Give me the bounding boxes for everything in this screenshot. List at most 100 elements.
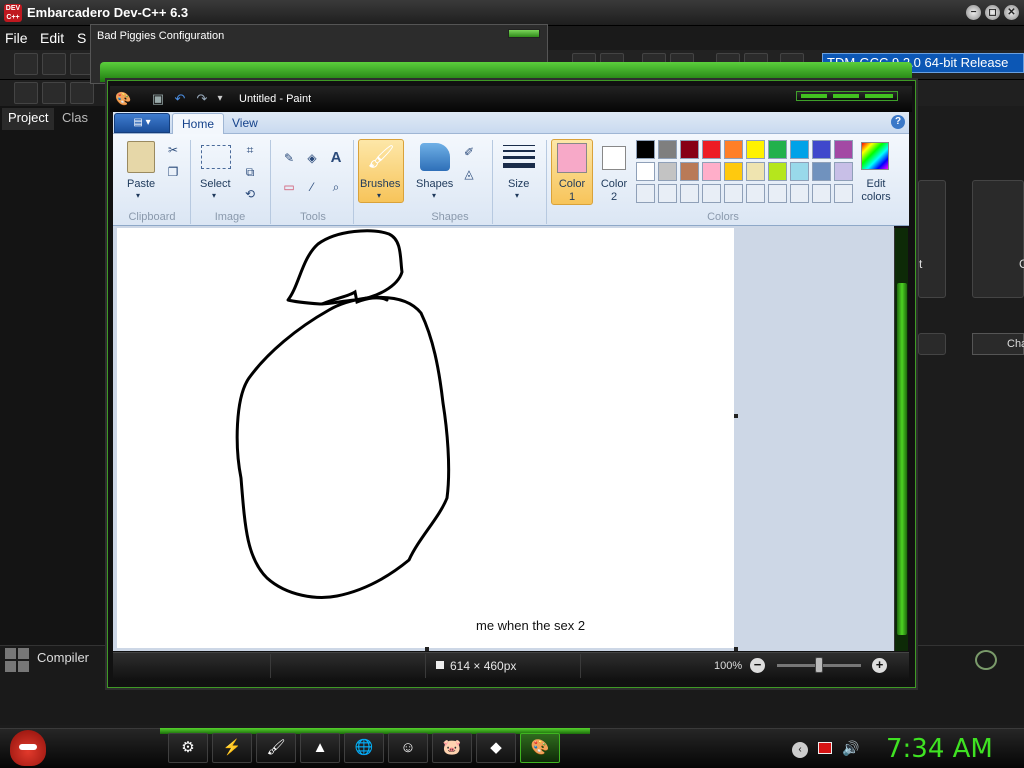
quick-save-icon[interactable]: ▣ [150,91,166,107]
palette-swatch[interactable] [658,184,677,203]
palette-swatch[interactable] [702,184,721,203]
copy-icon[interactable]: ❐ [163,163,183,181]
edit-colors-button[interactable]: Edit colors [858,178,894,204]
canvas-resize-handle-bottom[interactable] [425,647,429,651]
new-file-button[interactable] [14,53,38,75]
bookmark-button[interactable] [42,82,66,104]
goto-button[interactable] [70,82,94,104]
maximize-button[interactable]: ◻ [985,5,1000,20]
eraser-icon[interactable]: ▭ [279,178,299,196]
magnifier-icon[interactable]: ⌕ [326,178,346,196]
devcpp-icon[interactable]: ◆ [476,733,516,763]
shapes-button[interactable]: Shapes [416,178,453,190]
help-icon[interactable]: ? [891,115,905,129]
paint-icon[interactable]: 🎨 [520,733,560,763]
size-dropdown-icon[interactable]: ▾ [515,191,519,200]
palette-swatch[interactable] [768,184,787,203]
color2-button[interactable] [602,146,626,170]
tab-home[interactable]: Home [172,113,224,135]
crop-icon[interactable]: ⌗ [240,141,260,159]
palette-swatch[interactable] [834,140,853,159]
palette-swatch[interactable] [702,140,721,159]
brushes-dropdown-icon[interactable]: ▾ [377,191,381,200]
palette-swatch[interactable] [790,140,809,159]
palette-swatch[interactable] [790,162,809,181]
tab-view[interactable]: View [232,116,258,130]
palette-swatch[interactable] [790,184,809,203]
brush-app-icon[interactable]: 🖌 [256,733,296,763]
customize-qat-icon[interactable]: ▾ [212,91,228,107]
palette-swatch[interactable] [680,140,699,159]
zoom-out-button[interactable]: − [750,658,765,673]
color-picker-icon[interactable]: ⁄ [302,178,322,196]
compile-run-icon[interactable] [975,650,997,670]
flash-icon[interactable]: ⚡ [212,733,252,763]
badpiggies-close-button[interactable] [508,29,540,38]
drawing-canvas[interactable] [117,228,734,648]
palette-swatch[interactable] [724,140,743,159]
fill-icon[interactable]: ◬ [459,165,479,183]
palette-swatch[interactable] [812,140,831,159]
shapes-icon[interactable] [420,143,450,171]
palette-swatch[interactable] [636,140,655,159]
redo-icon[interactable]: ↷ [194,91,210,107]
palette-swatch[interactable] [724,162,743,181]
paste-button[interactable]: Paste [127,178,155,190]
tab-compiler[interactable]: Compiler [37,650,89,665]
paint-palette-icon[interactable]: 🎨 [115,91,133,107]
menu-search[interactable]: S [77,30,86,46]
select-button[interactable]: Select [200,178,231,190]
palette-swatch[interactable] [636,184,655,203]
shapes-dropdown-icon[interactable]: ▾ [432,191,436,200]
canvas-resize-handle-right[interactable] [734,414,738,418]
palette-swatch[interactable] [746,162,765,181]
fill-bucket-icon[interactable]: ◈ [302,149,322,167]
palette-swatch[interactable] [636,162,655,181]
palette-swatch[interactable] [746,184,765,203]
zoom-slider-thumb[interactable] [815,657,823,673]
paste-dropdown-icon[interactable]: ▾ [136,191,140,200]
palette-swatch[interactable] [702,162,721,181]
palette-swatch[interactable] [680,162,699,181]
select-dropdown-icon[interactable]: ▾ [212,191,216,200]
menu-edit[interactable]: Edit [40,30,64,46]
paint-close-button[interactable] [865,94,893,98]
volume-icon[interactable]: 🔊 [842,740,859,757]
palette-swatch[interactable] [834,184,853,203]
paint-app-menu-button[interactable]: ▤ ▾ [114,113,170,133]
paint-titlebar[interactable] [110,86,912,112]
browser-icon[interactable]: 🌐 [344,733,384,763]
size-button[interactable]: Size [508,178,529,190]
text-tool-icon[interactable]: A [326,149,346,167]
paint-minimize-button[interactable] [801,94,827,98]
right-small-button[interactable] [918,333,946,355]
palette-swatch[interactable] [834,162,853,181]
palette-swatch[interactable] [768,162,787,181]
tab-project[interactable]: Project [2,108,55,130]
bad-piggies-icon[interactable]: 🐷 [432,733,472,763]
paint-window-controls[interactable] [796,91,898,101]
vlc-cone-icon[interactable]: ▲ [300,733,340,763]
right-panel-card-1[interactable]: t [918,180,946,298]
line-size-icon[interactable] [503,142,535,172]
canvas-resize-handle-corner[interactable] [734,647,738,651]
smiley-icon[interactable]: ☺ [388,733,428,763]
outline-icon[interactable]: ✐ [459,143,479,161]
settings-gear-icon[interactable]: ⚙ [168,733,208,763]
tray-flag-icon[interactable] [818,742,832,754]
pencil-icon[interactable]: ✎ [279,149,299,167]
palette-swatch[interactable] [746,140,765,159]
tray-chevron-icon[interactable]: ‹ [792,742,808,758]
tab-classes[interactable]: Clas [56,108,94,130]
edit-colors-icon[interactable] [861,142,889,170]
paint-maximize-button[interactable] [833,94,859,98]
paste-clipboard-icon[interactable] [127,141,155,173]
undo-icon[interactable]: ↶ [172,91,188,107]
resize-icon[interactable]: ⧉ [240,163,260,181]
change-button[interactable]: Cha [972,333,1024,355]
minimize-button[interactable]: − [966,5,981,20]
right-panel-card-2[interactable]: C [972,180,1024,298]
palette-swatch[interactable] [680,184,699,203]
select-icon[interactable] [201,145,231,169]
open-folder-button[interactable] [42,53,66,75]
